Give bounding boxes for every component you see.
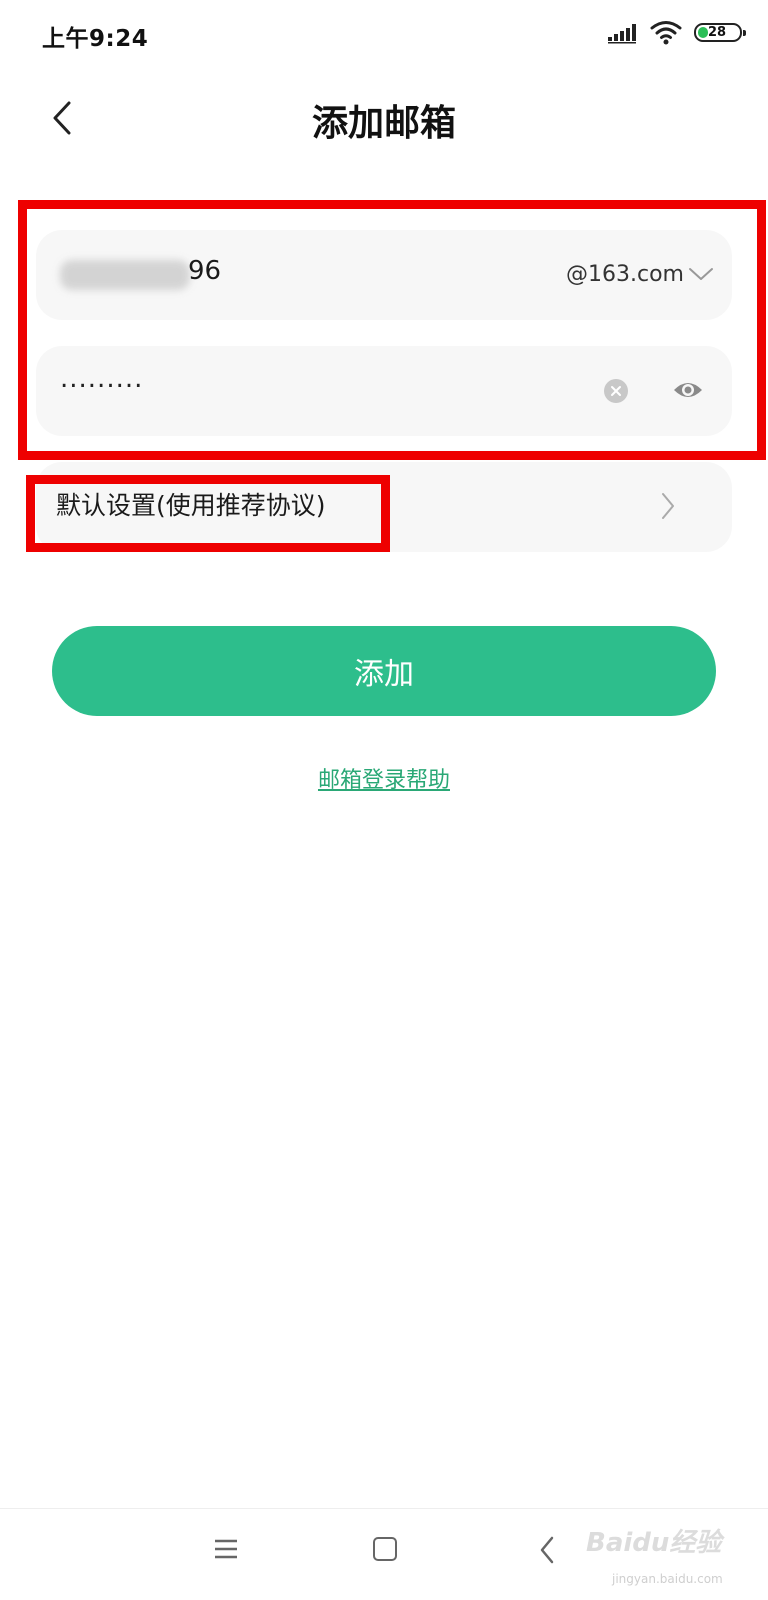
chevron-right-icon [662, 493, 674, 519]
wifi-icon [650, 21, 682, 45]
menu-icon[interactable] [214, 1538, 238, 1560]
battery-icon: 28 [694, 23, 746, 42]
signal-icon [608, 24, 636, 44]
status-bar: 上午9:24 28 [0, 0, 768, 64]
add-button[interactable]: 添加 [52, 626, 716, 716]
annotation-box-settings [26, 475, 390, 552]
page-title: 添加邮箱 [311, 103, 456, 144]
annotation-box-credentials [18, 200, 766, 460]
baidu-watermark-url: jingyan.baidu.com [612, 1572, 723, 1586]
status-time: 上午9:24 [42, 26, 149, 52]
login-help-link[interactable]: 邮箱登录帮助 [0, 762, 768, 794]
battery-tip [743, 30, 746, 36]
nav-back-icon[interactable] [538, 1535, 556, 1565]
home-icon[interactable] [373, 1537, 397, 1561]
nav-divider [0, 1508, 768, 1509]
baidu-watermark: Baidu经验 [586, 1528, 722, 1558]
battery-percent: 28 [707, 25, 727, 40]
add-mailbox-screen: 上午9:24 28 添加邮箱 96 @163.com ......... 默认设… [0, 0, 768, 1600]
